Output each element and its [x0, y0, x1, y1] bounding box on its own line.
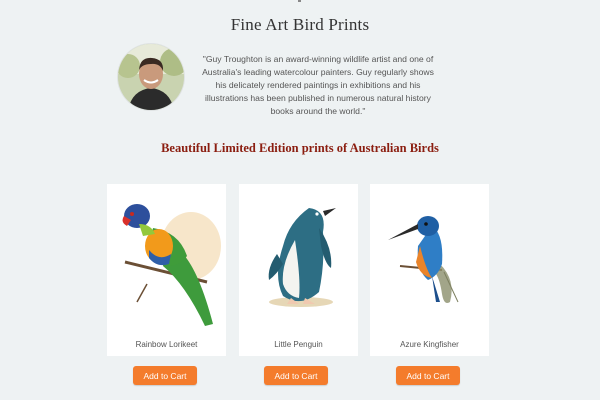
azure-kingfisher-print — [388, 216, 459, 303]
top-edge-marker — [298, 0, 301, 2]
add-to-cart-button[interactable]: Add to Cart — [264, 366, 328, 385]
add-to-cart-button[interactable]: Add to Cart — [396, 366, 460, 385]
little-penguin-print — [268, 208, 336, 307]
rainbow-lorikeet-print — [122, 204, 221, 326]
product-card[interactable]: Rainbow Lorikeet — [107, 184, 226, 356]
artist-avatar — [118, 44, 184, 110]
page-title: Fine Art Bird Prints — [230, 15, 370, 34]
artist-quote: "Guy Troughton is an award-winning wildl… — [202, 54, 434, 116]
product-name: Rainbow Lorikeet — [135, 340, 198, 349]
add-to-cart-button[interactable]: Add to Cart — [133, 366, 197, 385]
section-subtitle: Beautiful Limited Edition prints of Aust… — [161, 141, 439, 155]
product-card[interactable]: Little Penguin — [239, 184, 358, 356]
product-name: Little Penguin — [274, 340, 323, 349]
product-name: Azure Kingfisher — [400, 340, 459, 349]
product-card[interactable]: Azure Kingfisher — [370, 184, 489, 356]
